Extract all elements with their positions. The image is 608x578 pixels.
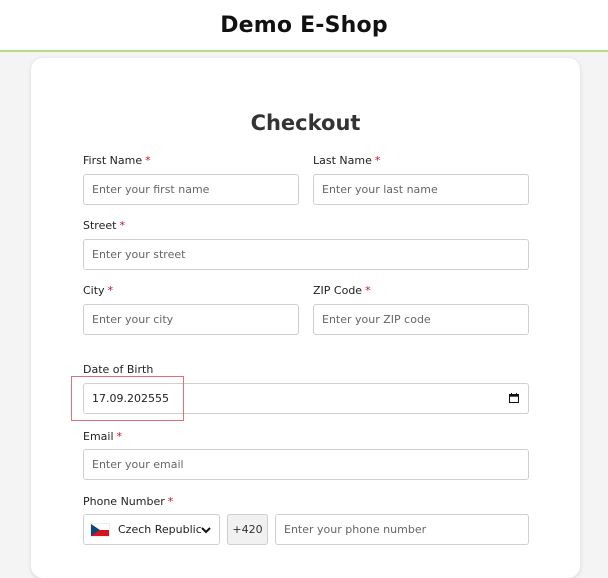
last-name-placeholder: Enter your last name — [322, 183, 438, 196]
last-name-label: Last Name * — [313, 154, 380, 167]
email-label-text: Email — [83, 430, 114, 443]
required-mark: * — [167, 495, 174, 508]
country-select[interactable]: Czech Republic — [83, 514, 220, 545]
last-name-label-text: Last Name — [313, 154, 372, 167]
city-placeholder: Enter your city — [92, 313, 174, 326]
email-label: Email * — [83, 430, 122, 443]
city-label-text: City — [83, 284, 105, 297]
last-name-field[interactable]: Enter your last name — [313, 174, 529, 205]
zip-label-text: ZIP Code — [313, 284, 363, 297]
zip-placeholder: Enter your ZIP code — [322, 313, 431, 326]
calendar-icon[interactable] — [509, 393, 519, 403]
zip-field[interactable]: Enter your ZIP code — [313, 304, 529, 335]
street-field[interactable]: Enter your street — [83, 239, 529, 270]
email-placeholder: Enter your email — [92, 458, 184, 471]
required-mark: * — [374, 154, 381, 167]
street-label: Street * — [83, 219, 125, 232]
phone-placeholder: Enter your phone number — [284, 523, 427, 536]
email-field[interactable]: Enter your email — [83, 449, 529, 480]
phone-prefix: +420 — [227, 514, 268, 545]
phone-label: Phone Number * — [83, 495, 173, 508]
site-title: Demo E-Shop — [220, 12, 388, 38]
zip-label: ZIP Code * — [313, 284, 371, 297]
street-label-text: Street — [83, 219, 117, 232]
date-highlight-box — [71, 376, 184, 421]
city-label: City * — [83, 284, 113, 297]
first-name-label-text: First Name — [83, 154, 143, 167]
first-name-label: First Name * — [83, 154, 151, 167]
page-title: Checkout — [250, 111, 361, 135]
czech-flag-icon — [90, 522, 110, 537]
chevron-down-icon — [201, 527, 211, 534]
required-mark: * — [116, 430, 123, 443]
first-name-field[interactable]: Enter your first name — [83, 174, 299, 205]
required-mark: * — [365, 284, 371, 297]
site-header: Demo E-Shop — [0, 0, 608, 52]
first-name-placeholder: Enter your first name — [92, 183, 210, 196]
dob-label: Date of Birth — [83, 363, 154, 376]
required-mark: * — [119, 219, 125, 232]
phone-field[interactable]: Enter your phone number — [275, 514, 529, 545]
city-field[interactable]: Enter your city — [83, 304, 299, 335]
checkout-card: Checkout First Name * Enter your first na… — [31, 58, 580, 578]
street-placeholder: Enter your street — [92, 248, 186, 261]
required-mark: * — [107, 284, 114, 297]
required-mark: * — [145, 154, 151, 167]
country-value: Czech Republic — [118, 523, 202, 536]
phone-label-text: Phone Number — [83, 495, 165, 508]
